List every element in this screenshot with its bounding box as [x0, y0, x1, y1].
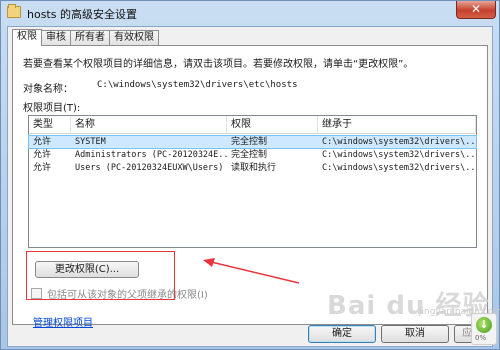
tab-auditing[interactable]: 审核: [41, 30, 71, 45]
close-icon: ✕: [470, 2, 482, 16]
column-header-inherited-from[interactable]: 继承于: [318, 116, 476, 134]
row-inherited: C:\windows\system32\drivers\...: [322, 163, 476, 173]
inherit-checkbox[interactable]: [31, 288, 42, 299]
tab-owner[interactable]: 所有者: [70, 30, 110, 45]
permission-row[interactable]: 允许 Administrators (PC-20120324E... 完全控制 …: [29, 149, 476, 161]
security-dialog: hosts 的高级安全设置 ✕ 权限 审核 所有者 有效权限 若要查看某个权限项…: [0, 0, 500, 350]
folder-icon: [7, 4, 21, 18]
inherit-checkbox-label: 包括可从该对象的父项继承的权限(I): [47, 290, 208, 301]
instructions-text: 若要查看某个权限项目的详细信息，请双击该项目。若要修改权限，请单击“更改权限”。: [23, 59, 414, 70]
tab-permissions[interactable]: 权限: [12, 29, 42, 46]
object-name-value: C:\windows\system32\drivers\etc\hosts: [97, 80, 298, 90]
column-header-name[interactable]: 名称: [71, 116, 227, 134]
tab-effective-permissions[interactable]: 有效权限: [109, 30, 159, 45]
download-percent: 0%: [475, 334, 487, 342]
column-header-type[interactable]: 类型: [29, 116, 71, 134]
change-permissions-button[interactable]: 更改权限(C)...: [35, 261, 139, 278]
row-name: Users (PC-20120324EUXW\Users): [75, 163, 224, 173]
row-inherited: C:\windows\system32\drivers\...: [322, 137, 476, 147]
cancel-button[interactable]: 取消: [381, 325, 449, 343]
close-button[interactable]: ✕: [456, 1, 496, 19]
row-permission: 读取和执行: [231, 163, 277, 173]
row-permission: 完全控制: [231, 137, 268, 147]
row-name: SYSTEM: [75, 137, 106, 147]
inherit-permissions-option: 包括可从该对象的父项继承的权限(I): [31, 286, 208, 301]
permission-entries-list[interactable]: 类型 名称 权限 继承于 允许 SYSTEM 完全控制 C:\windows\s…: [28, 115, 477, 248]
download-widget[interactable]: ↓ 0%: [471, 313, 497, 345]
list-header: 类型 名称 权限 继承于: [29, 116, 476, 134]
row-inherited: C:\windows\system32\drivers\...: [322, 150, 476, 160]
row-type: 允许: [33, 163, 52, 173]
row-permission: 完全控制: [231, 150, 268, 160]
title-bar[interactable]: hosts 的高级安全设置 ✕: [1, 1, 499, 25]
row-type: 允许: [33, 150, 52, 160]
column-header-permission[interactable]: 权限: [227, 116, 318, 134]
permission-row[interactable]: 允许 Users (PC-20120324EUXW\Users) 读取和执行 C…: [29, 162, 476, 174]
row-name: Administrators (PC-20120324E...: [75, 150, 227, 160]
permission-row[interactable]: 允许 SYSTEM 完全控制 C:\windows\system32\drive…: [28, 135, 477, 149]
download-arrow-icon: ↓: [476, 317, 492, 333]
ok-button[interactable]: 确定: [308, 325, 376, 343]
row-type: 允许: [33, 137, 52, 147]
tab-strip: 权限 审核 所有者 有效权限: [12, 29, 159, 46]
permission-entries-label: 权限项目(T):: [23, 103, 81, 114]
window-title: hosts 的高级安全设置: [27, 8, 137, 21]
object-name-label: 对象名称：: [23, 84, 73, 95]
permissions-panel: 若要查看某个权限项目的详细信息，请双击该项目。若要修改权限，请单击“更改权限”。…: [12, 45, 488, 329]
manage-permission-entries-link[interactable]: 管理权限项目: [33, 314, 93, 329]
